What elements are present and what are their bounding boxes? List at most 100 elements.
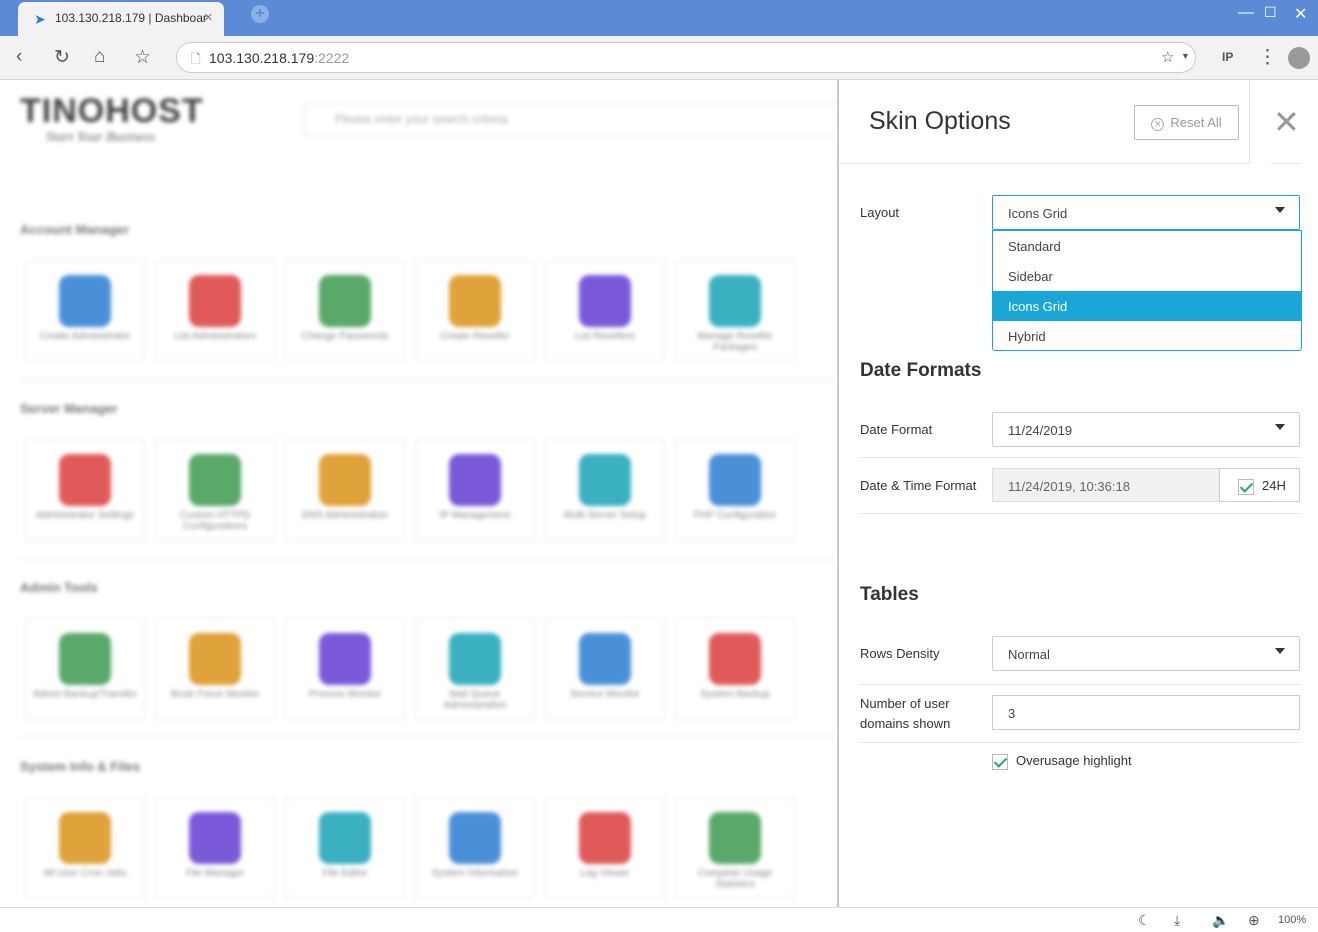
dashboard-card[interactable]: List Resellers: [545, 260, 665, 362]
night-mode-icon[interactable]: ☾: [1138, 912, 1151, 929]
domains-shown-input[interactable]: 3: [992, 695, 1300, 730]
dashboard-card[interactable]: Multi Server Setup: [545, 439, 665, 541]
logo: TINOHOST: [20, 92, 204, 130]
card-icon: [709, 454, 761, 506]
minimize-icon[interactable]: —: [1238, 4, 1254, 22]
panel-title: Skin Options: [869, 107, 1011, 135]
dashboard-card[interactable]: Admin Backup/Transfer: [25, 618, 145, 720]
profile-avatar-icon[interactable]: [1288, 47, 1310, 69]
layout-option-sidebar[interactable]: Sidebar: [993, 261, 1301, 291]
dashboard-card[interactable]: Manage Reseller Packages: [675, 260, 795, 362]
home-icon[interactable]: ⌂: [94, 46, 105, 68]
dashboard-card[interactable]: Custom HTTPD Configurations: [155, 439, 275, 541]
dashboard-card[interactable]: Complete Usage Statistics: [675, 797, 795, 899]
card-label: Log Viewer: [580, 868, 630, 879]
ip-extension-icon[interactable]: IP: [1222, 50, 1233, 64]
back-icon[interactable]: ‹: [16, 46, 22, 68]
card-icon: [579, 275, 631, 327]
directadmin-favicon-icon: ➤: [34, 11, 46, 27]
dashboard-card[interactable]: PHP Configuration: [675, 439, 795, 541]
section-title: Server Manager: [20, 401, 118, 416]
layout-label: Layout: [860, 205, 900, 220]
card-icon: [319, 454, 371, 506]
dashboard-card[interactable]: Brute Force Monitor: [155, 618, 275, 720]
browser-titlebar: ➤ 103.130.218.179 | Dashboard × + — ☐ ✕: [0, 0, 1318, 36]
menu-dots-icon[interactable]: ⋮: [1258, 46, 1277, 69]
browser-statusbar: ☾ ⤓ 🔈 ⊕ 100%: [0, 907, 1318, 932]
download-icon[interactable]: ⤓: [1174, 912, 1180, 929]
reload-icon[interactable]: ↻: [54, 46, 70, 69]
card-label: File Editor: [322, 868, 368, 879]
url-field[interactable]: 🗋 103.130.218.179:2222 ☆ ▼: [176, 42, 1196, 73]
dashboard-card[interactable]: Service Monitor: [545, 618, 665, 720]
card-label: Complete Usage Statistics: [697, 868, 773, 890]
dashboard-card[interactable]: System Information: [415, 797, 535, 899]
dashboard-card[interactable]: DNS Administration: [285, 439, 405, 541]
card-icon: [189, 275, 241, 327]
dashboard-card[interactable]: Create Administrator: [25, 260, 145, 362]
dashboard-card[interactable]: List Administrators: [155, 260, 275, 362]
chevron-down-icon[interactable]: ▼: [1181, 51, 1190, 61]
dashboard-card[interactable]: All User Cron Jobs: [25, 797, 145, 899]
card-label: DNS Administration: [301, 510, 389, 521]
card-label: List Resellers: [574, 331, 636, 342]
divider: [20, 737, 836, 738]
card-icon: [319, 275, 371, 327]
layout-option-icons-grid[interactable]: Icons Grid: [993, 291, 1301, 321]
card-label: System Information: [431, 868, 519, 879]
new-tab-button[interactable]: +: [251, 5, 269, 23]
page-content: TINOHOST Start Your Business Please ente…: [0, 80, 1318, 907]
close-tab-icon[interactable]: ×: [204, 9, 213, 26]
card-label: Manage Reseller Packages: [697, 331, 773, 353]
zoom-icon[interactable]: ⊕: [1248, 912, 1260, 929]
dashboard-card[interactable]: Log Viewer: [545, 797, 665, 899]
page-info-icon: 🗋: [191, 52, 201, 66]
date-format-select[interactable]: 11/24/2019: [992, 412, 1300, 447]
card-icon: [449, 633, 501, 685]
maximize-icon[interactable]: ☐: [1264, 4, 1277, 21]
card-label: Change Passwords: [301, 331, 389, 342]
dashboard-card[interactable]: Change Passwords: [285, 260, 405, 362]
layout-option-hybrid[interactable]: Hybrid: [993, 321, 1301, 351]
bookmark-star-icon[interactable]: ☆: [134, 46, 151, 69]
bookmark-icon[interactable]: ☆: [1161, 48, 1174, 66]
close-panel-icon[interactable]: ✕: [1273, 106, 1300, 138]
search-input[interactable]: Please enter your search criteria: [304, 102, 844, 136]
close-window-icon[interactable]: ✕: [1294, 4, 1307, 24]
dashboard-card[interactable]: Process Monitor: [285, 618, 405, 720]
dashboard-card[interactable]: File Editor: [285, 797, 405, 899]
reset-all-button[interactable]: ✕ Reset All: [1134, 105, 1239, 140]
dashboard-card[interactable]: System Backup: [675, 618, 795, 720]
card-label: Multi Server Setup: [563, 510, 647, 521]
reset-icon: ✕: [1151, 118, 1165, 131]
card-icon: [189, 812, 241, 864]
overusage-highlight-checkbox[interactable]: Overusage highlight: [992, 753, 1132, 770]
card-icon: [449, 275, 501, 327]
24h-toggle[interactable]: 24H: [1219, 468, 1300, 502]
dashboard-card[interactable]: IP Management: [415, 439, 535, 541]
card-label: Brute Force Monitor: [170, 689, 260, 700]
card-icon: [59, 275, 111, 327]
card-icon: [449, 812, 501, 864]
datetime-format-label: Date & Time Format: [860, 478, 977, 493]
card-icon: [449, 454, 501, 506]
rows-density-select[interactable]: Normal: [992, 636, 1300, 671]
layout-option-standard[interactable]: Standard: [993, 231, 1301, 261]
card-icon: [709, 633, 761, 685]
dashboard-card[interactable]: Create Reseller: [415, 260, 535, 362]
dashboard-card[interactable]: File Manager: [155, 797, 275, 899]
volume-icon[interactable]: 🔈: [1212, 912, 1229, 929]
divider: [859, 684, 1301, 685]
dashboard-card[interactable]: Mail Queue Administration: [415, 618, 535, 720]
divider: [859, 513, 1301, 514]
card-label: All User Cron Jobs: [43, 868, 127, 879]
layout-select[interactable]: Icons Grid: [992, 195, 1300, 230]
card-label: Create Administrator: [39, 331, 131, 342]
section-title: Account Manager: [20, 222, 130, 237]
dashboard-card[interactable]: Administrator Settings: [25, 439, 145, 541]
card-label: Service Monitor: [570, 689, 640, 700]
address-bar: ‹ ↻ ⌂ ☆ 🗋 103.130.218.179:2222 ☆ ▼ IP ⋮: [0, 36, 1318, 80]
card-icon: [579, 633, 631, 685]
browser-tab[interactable]: ➤ 103.130.218.179 | Dashboard ×: [18, 2, 224, 36]
card-label: Mail Queue Administration: [443, 689, 507, 711]
